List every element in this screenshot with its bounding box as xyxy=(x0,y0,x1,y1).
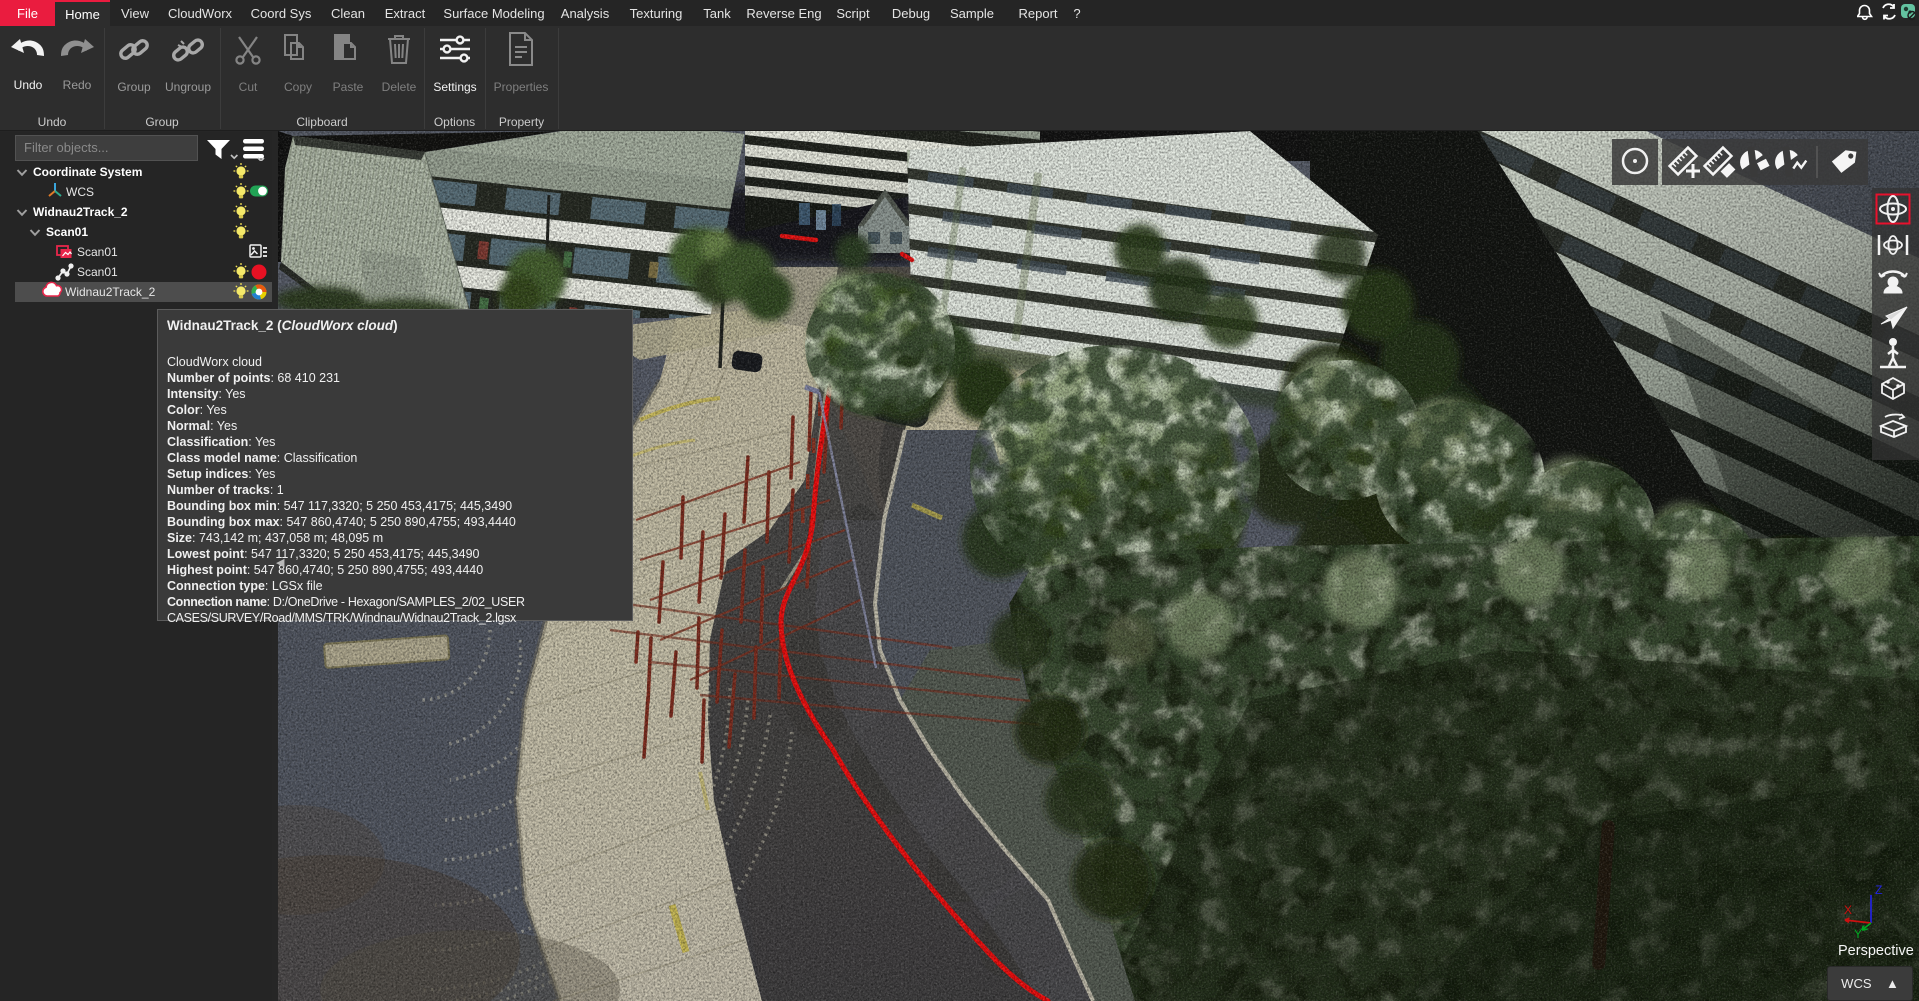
svg-text:X: X xyxy=(1844,903,1852,917)
svg-text:Z: Z xyxy=(1875,883,1882,897)
svg-text:Y: Y xyxy=(1854,927,1862,940)
